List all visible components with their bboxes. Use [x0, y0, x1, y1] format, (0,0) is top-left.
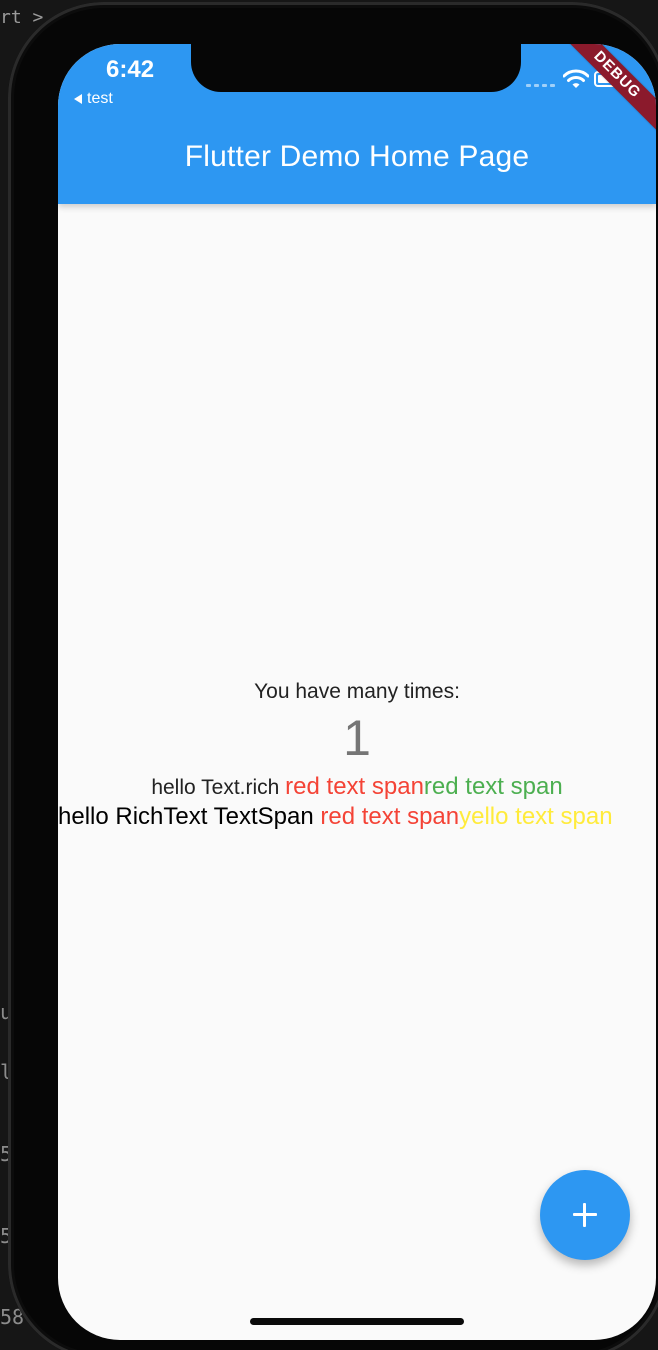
- wifi-icon: [563, 69, 589, 88]
- editor-crumb-text: rt: [0, 7, 22, 28]
- increment-fab-button[interactable]: [540, 1170, 630, 1260]
- cell-signal-icon: [526, 84, 555, 87]
- text-rich-green-span: red text span: [423, 773, 563, 800]
- rich-text-yellow-span: yello text span: [459, 803, 613, 830]
- text-rich-plain-span: hello Text.rich: [151, 776, 286, 799]
- status-time: 6:42: [106, 56, 155, 83]
- rich-text-plain-span: hello RichText TextSpan: [58, 803, 321, 830]
- phone-frame: 6:42 test Flutter Demo Home Page DEBUG Y…: [8, 2, 658, 1350]
- back-to-app-link[interactable]: test: [74, 90, 113, 108]
- app-bar: 6:42 test Flutter Demo Home Page: [58, 44, 656, 204]
- back-link-label: test: [87, 90, 113, 107]
- app-screen: 6:42 test Flutter Demo Home Page DEBUG Y…: [58, 44, 656, 1340]
- counter-value: 1: [343, 710, 371, 766]
- device-notch: [191, 44, 521, 92]
- desktop-background: rt > ✦ u l 5 5 58 6:42 test: [0, 0, 658, 1350]
- back-arrow-icon: [74, 94, 82, 104]
- home-indicator[interactable]: [250, 1318, 464, 1325]
- text-rich-red-span: red text span: [285, 773, 424, 800]
- text-rich-line: hello Text.rich red text spanred text sp…: [58, 772, 656, 803]
- rich-text-red-span: red text span: [320, 803, 460, 830]
- counter-caption: You have many times:: [254, 680, 460, 703]
- app-bar-title: Flutter Demo Home Page: [184, 140, 530, 173]
- home-body: You have many times: 1 hello Text.rich r…: [58, 204, 656, 1340]
- rich-text-line: hello RichText TextSpan red text spanyel…: [58, 802, 628, 832]
- add-icon: [573, 1203, 597, 1227]
